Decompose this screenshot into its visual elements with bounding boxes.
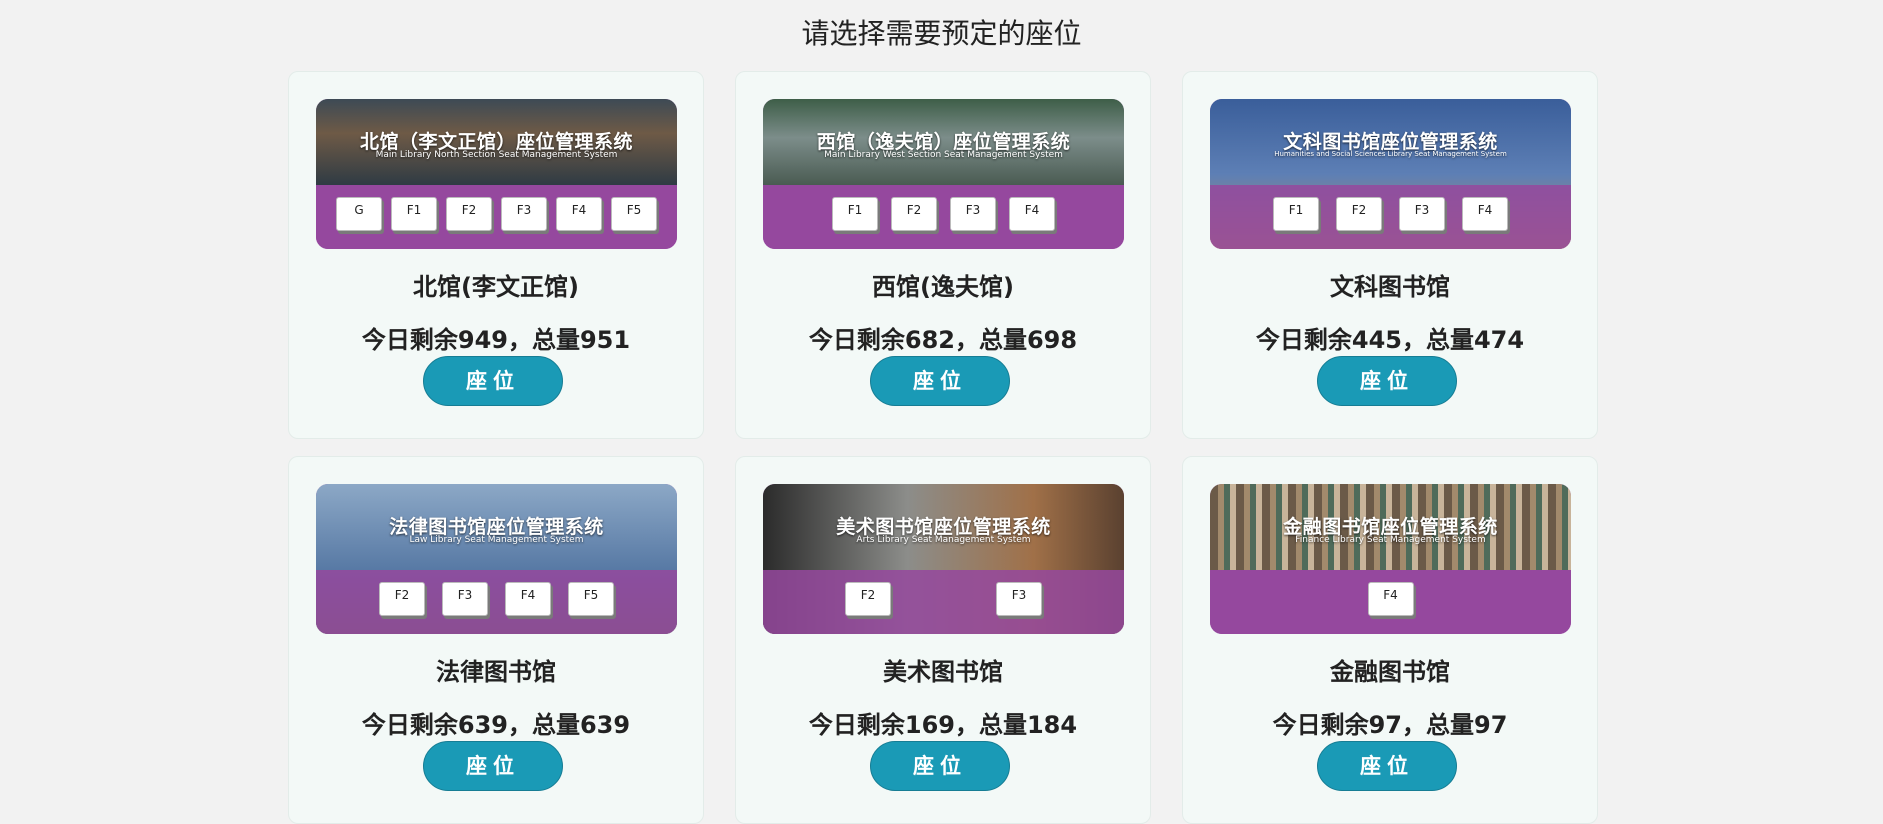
library-name: 北馆(李文正馆): [413, 273, 579, 301]
floor-button-f5[interactable]: F5: [568, 582, 614, 616]
seat-button[interactable]: 座位: [870, 741, 1010, 791]
floor-buttons: F2 F3 F4 F5: [316, 582, 677, 616]
floor-button-f3[interactable]: F3: [442, 582, 488, 616]
library-card-north: 北馆（李文正馆）座位管理系统 Main Library North Sectio…: [288, 71, 704, 439]
floor-button-f4[interactable]: F4: [1009, 197, 1055, 231]
seat-button[interactable]: 座位: [1317, 356, 1457, 406]
banner-subtitle: Law Library Seat Management System: [409, 535, 584, 545]
library-name: 文科图书馆: [1330, 273, 1450, 301]
library-banner: 文科图书馆座位管理系统 Humanities and Social Scienc…: [1210, 99, 1571, 249]
banner-subtitle: Arts Library Seat Management System: [856, 535, 1031, 545]
library-name: 金融图书馆: [1330, 658, 1450, 686]
seat-stats: 今日剩余682，总量698: [808, 326, 1078, 354]
floor-button-f2[interactable]: F2: [891, 197, 937, 231]
floor-button-f1[interactable]: F1: [832, 197, 878, 231]
floor-button-f2[interactable]: F2: [379, 582, 425, 616]
banner-subtitle: Finance Library Seat Management System: [1295, 535, 1486, 545]
floor-button-f5[interactable]: F5: [611, 197, 657, 231]
library-name: 西馆(逸夫馆): [872, 273, 1014, 301]
floor-button-f1[interactable]: F1: [1273, 197, 1319, 231]
floor-buttons: F1 F2 F3 F4: [1210, 197, 1571, 231]
floor-buttons: F2 F3: [763, 582, 1124, 616]
floor-button-f4[interactable]: F4: [556, 197, 602, 231]
seat-stats: 今日剩余639，总量639: [361, 711, 631, 739]
banner-subtitle: Main Library North Section Seat Manageme…: [375, 150, 618, 160]
library-card-finance: 金融图书馆座位管理系统 Finance Library Seat Managem…: [1182, 456, 1598, 824]
seat-stats: 今日剩余169，总量184: [808, 711, 1078, 739]
floor-buttons: F4: [1210, 582, 1571, 616]
floor-button-f2[interactable]: F2: [845, 582, 891, 616]
floor-buttons: F1 F2 F3 F4: [763, 197, 1124, 231]
floor-button-f2[interactable]: F2: [446, 197, 492, 231]
library-name: 美术图书馆: [883, 658, 1003, 686]
library-card-law: 法律图书馆座位管理系统 Law Library Seat Management …: [288, 456, 704, 824]
library-banner: 西馆（逸夫馆）座位管理系统 Main Library West Section …: [763, 99, 1124, 249]
seat-stats: 今日剩余949，总量951: [361, 326, 631, 354]
seat-button[interactable]: 座位: [423, 741, 563, 791]
library-card-arts: 美术图书馆座位管理系统 Arts Library Seat Management…: [735, 456, 1151, 824]
floor-button-g[interactable]: G: [336, 197, 382, 231]
seat-button[interactable]: 座位: [870, 356, 1010, 406]
banner-subtitle: Main Library West Section Seat Managemen…: [824, 150, 1063, 160]
banner-subtitle: Humanities and Social Sciences Library S…: [1274, 150, 1507, 158]
floor-button-f3[interactable]: F3: [1399, 197, 1445, 231]
seat-button[interactable]: 座位: [423, 356, 563, 406]
library-banner: 金融图书馆座位管理系统 Finance Library Seat Managem…: [1210, 484, 1571, 634]
floor-button-f3[interactable]: F3: [996, 582, 1042, 616]
library-banner: 美术图书馆座位管理系统 Arts Library Seat Management…: [763, 484, 1124, 634]
seat-stats: 今日剩余97，总量97: [1272, 711, 1508, 739]
library-card-west: 西馆（逸夫馆）座位管理系统 Main Library West Section …: [735, 71, 1151, 439]
seat-stats: 今日剩余445，总量474: [1255, 326, 1525, 354]
floor-button-f4[interactable]: F4: [505, 582, 551, 616]
library-grid: 北馆（李文正馆）座位管理系统 Main Library North Sectio…: [288, 71, 1598, 824]
floor-button-f1[interactable]: F1: [391, 197, 437, 231]
library-banner: 北馆（李文正馆）座位管理系统 Main Library North Sectio…: [316, 99, 677, 249]
floor-button-f4[interactable]: F4: [1462, 197, 1508, 231]
library-card-humanities: 文科图书馆座位管理系统 Humanities and Social Scienc…: [1182, 71, 1598, 439]
page-title: 请选择需要预定的座位: [801, 17, 1082, 50]
library-banner: 法律图书馆座位管理系统 Law Library Seat Management …: [316, 484, 677, 634]
library-name: 法律图书馆: [436, 658, 556, 686]
floor-button-f3[interactable]: F3: [950, 197, 996, 231]
floor-buttons: G F1 F2 F3 F4 F5: [316, 197, 677, 231]
floor-button-f4[interactable]: F4: [1367, 582, 1414, 616]
seat-button[interactable]: 座位: [1317, 741, 1457, 791]
floor-button-f2[interactable]: F2: [1336, 197, 1382, 231]
floor-button-f3[interactable]: F3: [501, 197, 547, 231]
